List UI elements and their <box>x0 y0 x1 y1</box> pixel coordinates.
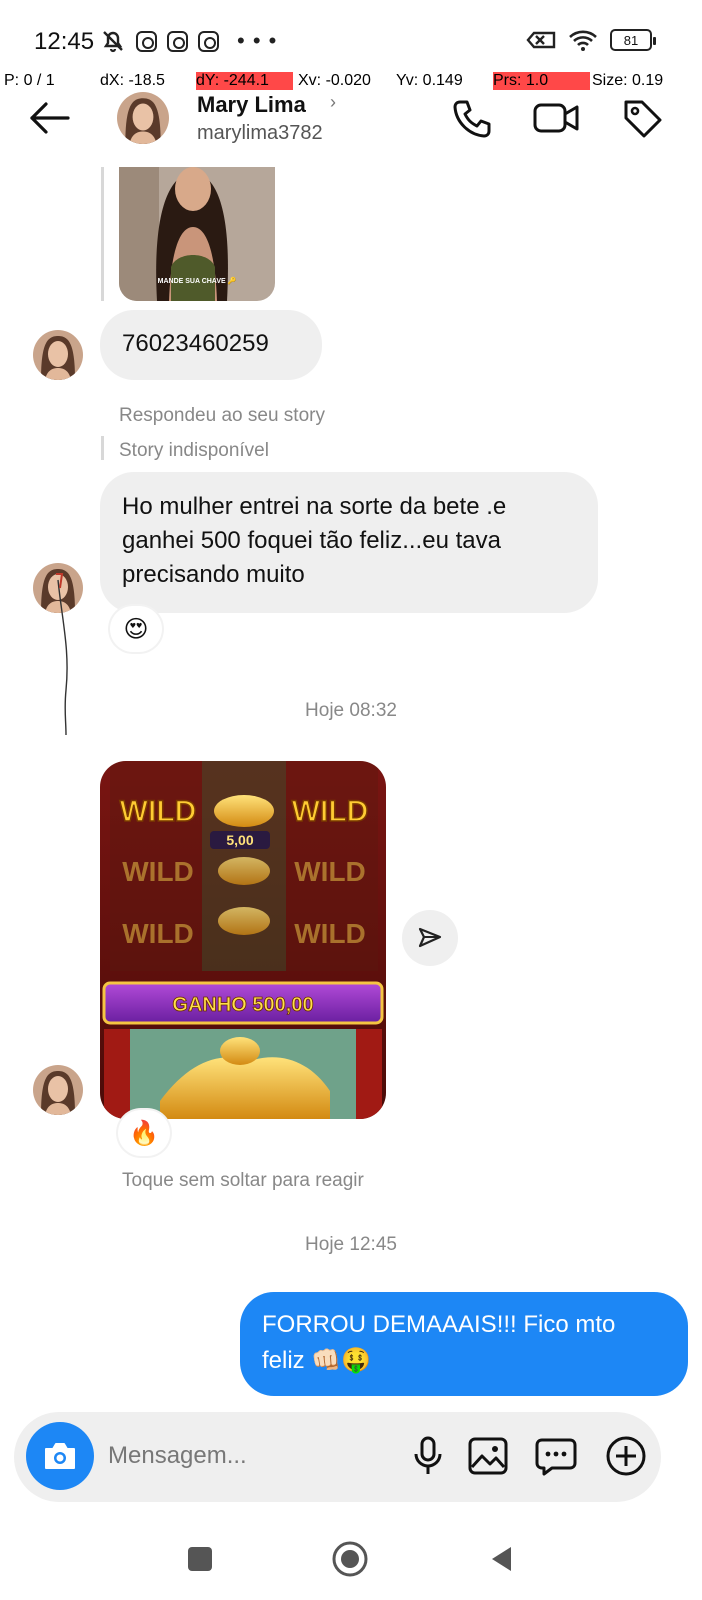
story-reply-label: Respondeu ao seu story <box>119 405 325 426</box>
chevron-right-icon[interactable]: › <box>330 92 336 113</box>
status-system-icons: 81 <box>526 28 656 52</box>
no-sim-icon <box>526 31 556 49</box>
recents-button[interactable] <box>178 1537 222 1581</box>
tag-icon <box>624 100 662 138</box>
tag-button[interactable] <box>620 96 666 140</box>
plus-circle-icon <box>606 1436 646 1476</box>
slot-game-image: 5,00 WILD WILD WILD WILD WILD WILD GANHO… <box>100 761 386 1119</box>
status-bar: 12:45 • • • 81 <box>0 0 702 78</box>
message-reaction[interactable]: 😍 <box>110 606 162 652</box>
message-input[interactable] <box>108 1434 388 1478</box>
reaction-hint: Toque sem soltar para reagir <box>122 1170 364 1191</box>
instagram-icon <box>136 30 157 52</box>
chat-bubble-dots-icon <box>535 1438 577 1476</box>
video-camera-icon <box>533 103 579 133</box>
send-arrow-icon <box>418 927 442 948</box>
contact-name[interactable]: Mary Lima <box>197 92 306 118</box>
phone-icon <box>453 100 491 138</box>
camera-icon <box>45 1443 75 1469</box>
home-button[interactable] <box>328 1537 372 1581</box>
message-bubble-long[interactable]: Ho mulher entrei na sorte da bete .e gan… <box>100 472 598 613</box>
back-nav-button[interactable] <box>480 1537 524 1581</box>
bet-value-text: 5,00 <box>226 832 253 848</box>
instagram-icon <box>198 30 219 52</box>
wifi-icon <box>569 30 597 51</box>
wild-text: WILD <box>122 856 194 887</box>
win-amount-text: GANHO 500,00 <box>172 994 313 1016</box>
story-thumbnail[interactable]: MANDE SUA CHAVE 🔑 <box>119 167 275 301</box>
wild-text: WILD <box>294 918 366 949</box>
wild-text: WILD <box>120 795 197 828</box>
wild-text: WILD <box>294 856 366 887</box>
message-line: Ho mulher entrei na sorte da bete .e <box>122 493 507 520</box>
sender-avatar[interactable] <box>33 330 83 380</box>
message-bubble-outgoing[interactable]: FORROU DEMAAAIS!!! Fico mto feliz 👊🏻🤑 <box>240 1292 688 1396</box>
square-icon <box>188 1547 212 1571</box>
sticker-chat-button[interactable] <box>534 1434 578 1478</box>
back-arrow-icon <box>30 102 70 134</box>
wild-text: WILD <box>292 795 369 828</box>
timestamp-divider: Hoje 12:45 <box>305 1234 397 1255</box>
message-line: ganhei 500 foquei tão feliz...eu tava <box>122 527 501 554</box>
system-navigation-bar <box>0 1525 702 1600</box>
avatar-photo <box>33 330 83 380</box>
video-call-button[interactable] <box>532 96 579 140</box>
message-line: feliz 👊🏻🤑 <box>262 1347 372 1374</box>
share-button[interactable] <box>402 910 458 966</box>
contact-avatar[interactable] <box>117 92 169 144</box>
battery-icon: 81 <box>610 29 656 51</box>
status-time: 12:45 <box>34 28 95 55</box>
message-bubble-number[interactable]: 76023460259 <box>100 310 322 380</box>
home-circle-icon <box>332 1541 368 1577</box>
story-reply-line <box>101 167 104 301</box>
chat-header: Mary Lima › marylima3782 <box>0 88 702 148</box>
story-caption: MANDE SUA CHAVE 🔑 <box>157 278 237 285</box>
battery-level: 81 <box>623 32 639 48</box>
camera-button[interactable] <box>26 1422 94 1490</box>
add-button[interactable] <box>604 1434 648 1478</box>
back-button[interactable] <box>28 100 72 136</box>
message-text: 76023460259 <box>122 330 269 357</box>
microphone-icon <box>414 1436 442 1474</box>
back-triangle-icon <box>492 1547 511 1571</box>
message-reaction[interactable]: 🔥 <box>118 1110 170 1156</box>
message-composer <box>14 1412 661 1502</box>
avatar-photo <box>117 92 169 144</box>
sender-avatar[interactable] <box>33 1065 83 1115</box>
instagram-icon <box>167 30 188 52</box>
gallery-button[interactable] <box>466 1434 510 1478</box>
microphone-button[interactable] <box>406 1434 450 1478</box>
contact-username[interactable]: marylima3782 <box>197 122 323 145</box>
image-gallery-icon <box>468 1437 508 1475</box>
message-line: precisando muito <box>122 561 305 588</box>
story-reply-line <box>101 436 104 460</box>
more-dots-icon: • • • <box>237 28 278 53</box>
story-unavailable-label: Story indisponível <box>119 440 269 461</box>
voice-call-button[interactable] <box>450 96 496 140</box>
wild-text: WILD <box>122 918 194 949</box>
status-notification-icons: • • • <box>100 28 277 54</box>
message-line: FORROU DEMAAAIS!!! Fico mto <box>262 1311 616 1338</box>
shared-image-slot-game[interactable]: 5,00 WILD WILD WILD WILD WILD WILD GANHO… <box>100 761 386 1119</box>
timestamp-divider: Hoje 08:32 <box>305 700 397 721</box>
sender-avatar[interactable] <box>33 563 83 613</box>
avatar-photo <box>33 563 83 613</box>
avatar-photo <box>33 1065 83 1115</box>
silent-bell-icon <box>103 31 123 53</box>
